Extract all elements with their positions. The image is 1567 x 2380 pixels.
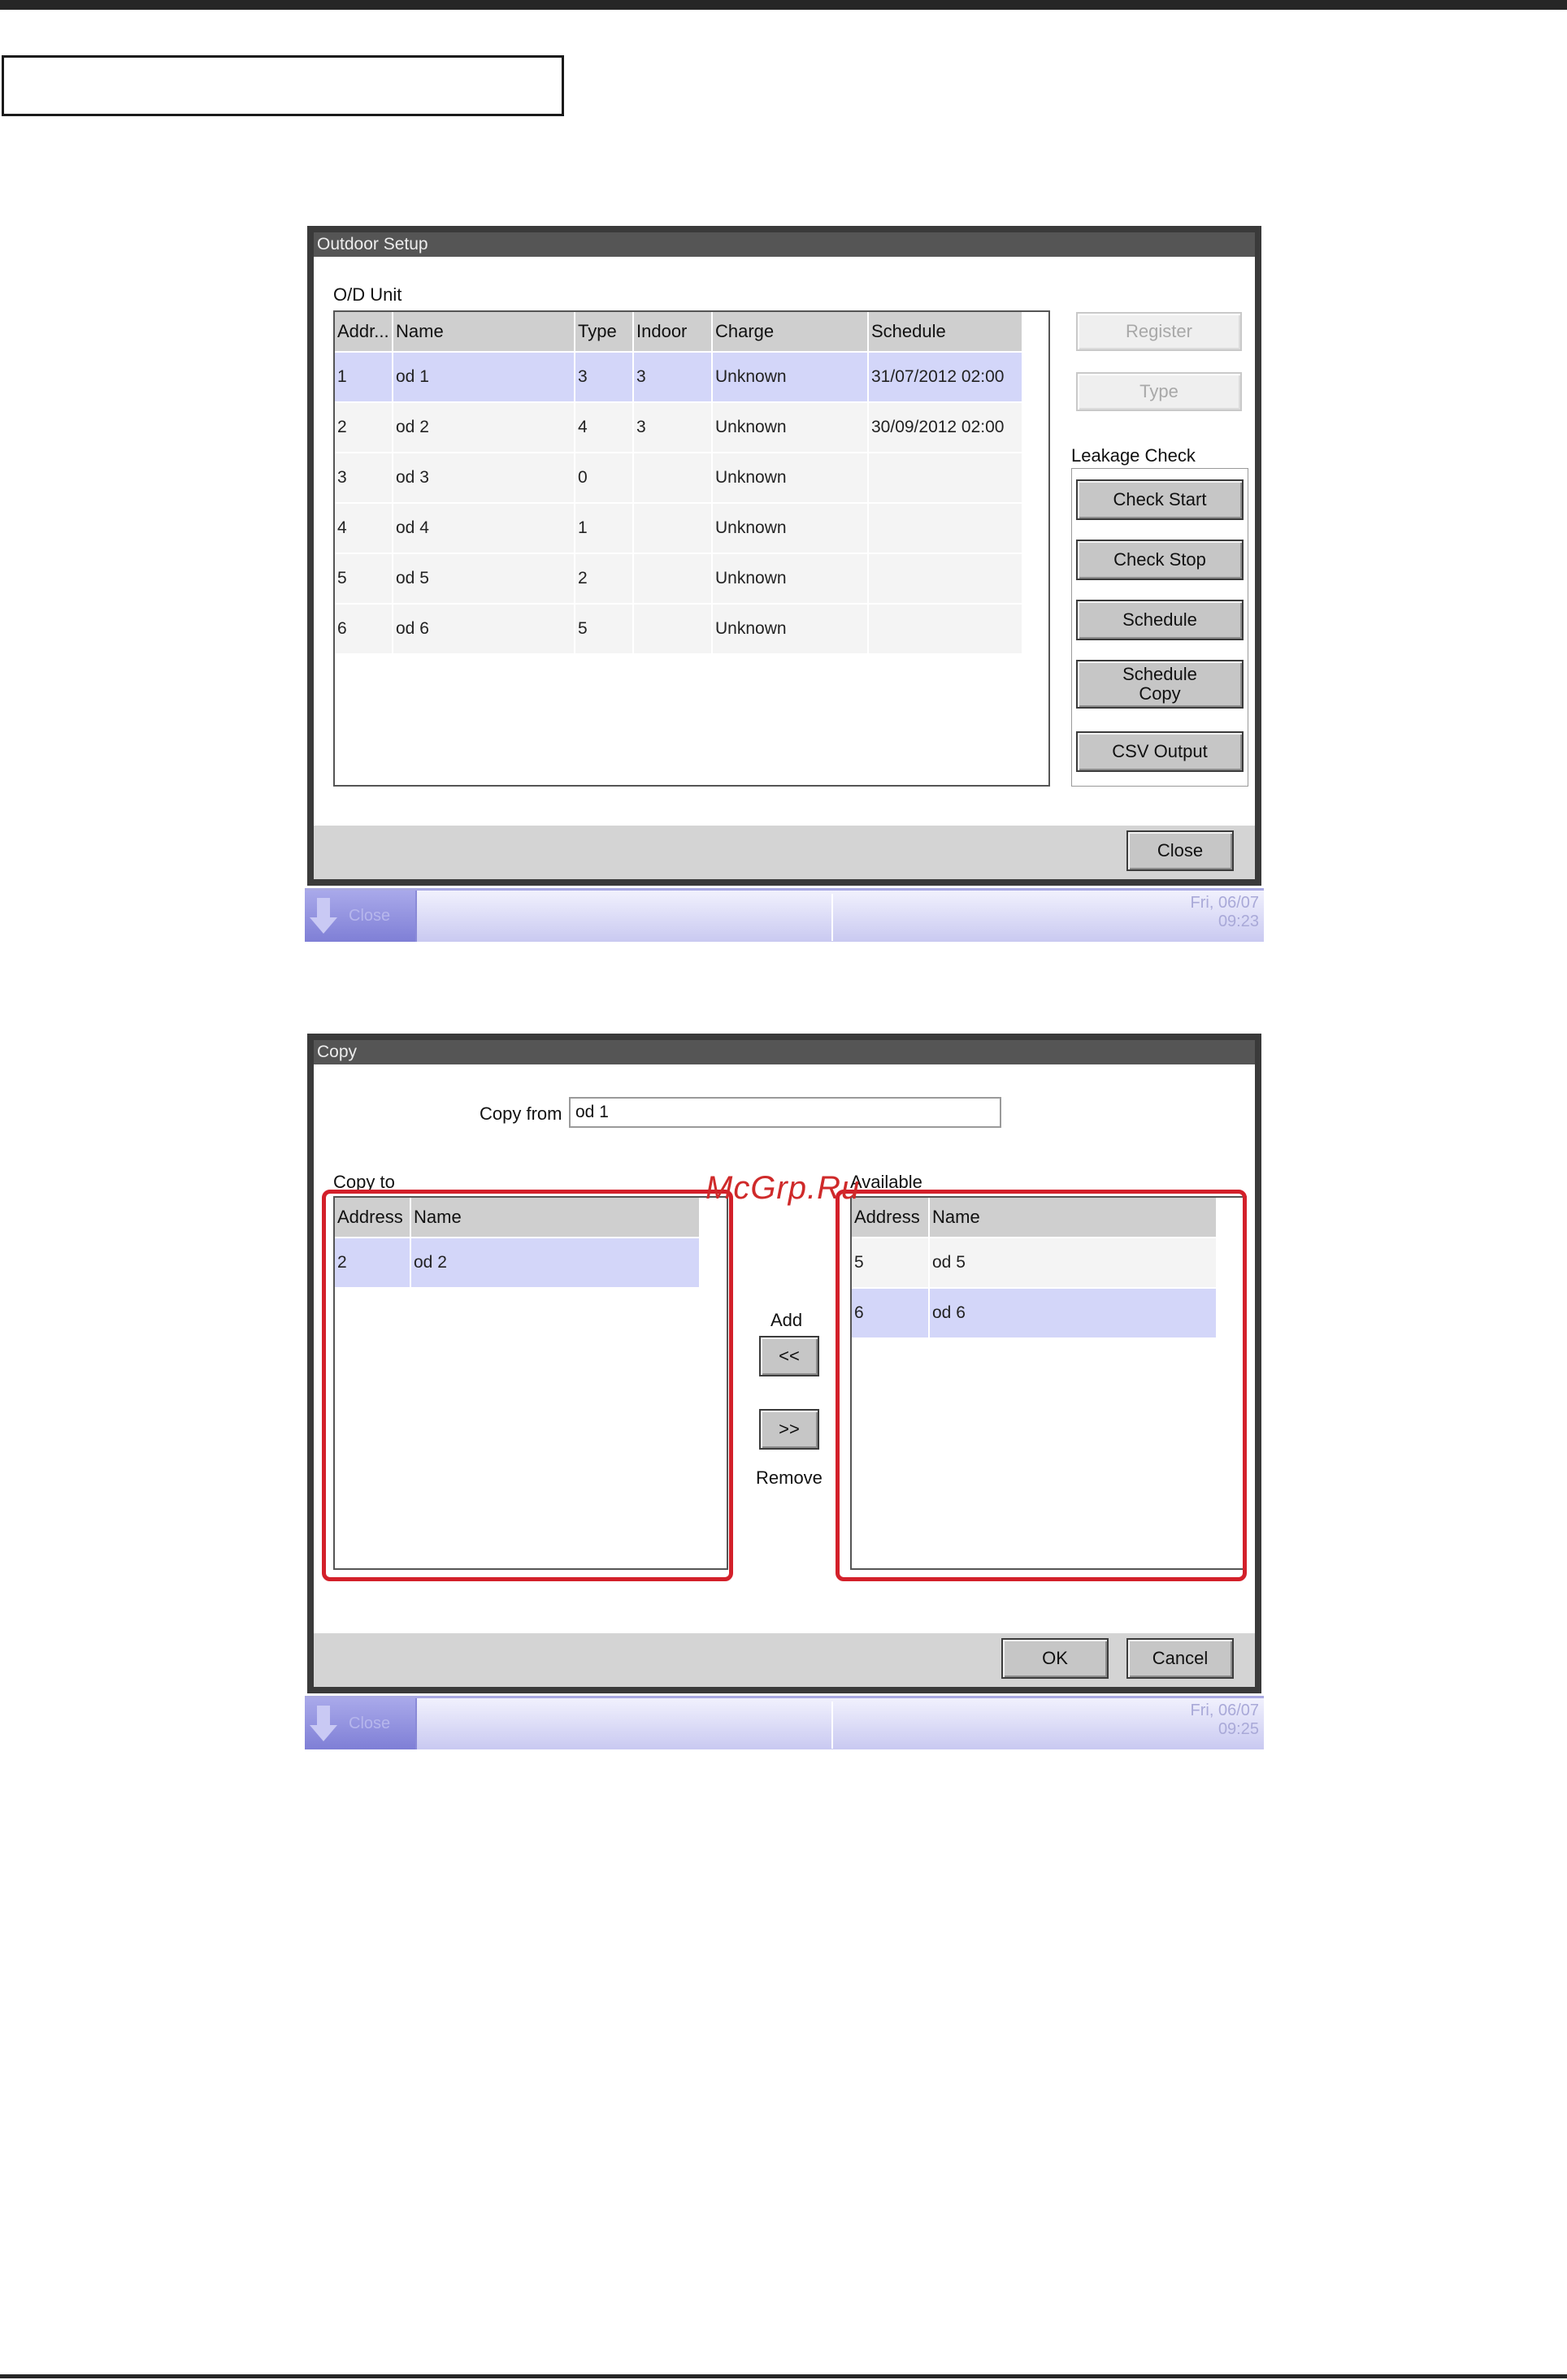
status-date: Fri, 06/07 [1190,894,1259,912]
cell-charge: Unknown [713,403,869,453]
statusbar-divider [831,1702,833,1749]
statusbar-button-label: Close [349,907,391,925]
cell-addr: 3 [335,453,393,504]
status-datetime: Fri, 06/07 09:23 [1191,894,1259,931]
remove-button[interactable]: >> [759,1409,819,1450]
cell-name: od 4 [393,504,575,554]
available-highlight [836,1190,1247,1581]
cell-name: od 3 [393,453,575,504]
od-unit-grid: Addr... Name Type Indoor Charge Schedule… [335,312,1023,655]
check-start-button[interactable]: Check Start [1076,479,1244,520]
ok-button[interactable]: OK [1001,1638,1109,1679]
cell-schedule: 30/09/2012 02:00 [869,403,1023,453]
cell-addr: 6 [335,605,393,655]
window-footer: OK Cancel [314,1633,1255,1687]
status-datetime: Fri, 06/07 09:25 [1191,1702,1259,1739]
cell-charge: Unknown [713,353,869,403]
copy-to-highlight [322,1190,733,1581]
close-button[interactable]: Close [1126,830,1234,871]
copy-from-label: Copy from [480,1103,562,1124]
cell-indoor [634,554,713,605]
cell-type: 2 [575,554,634,605]
schedule-copy-label: Schedule Copy [1122,664,1197,704]
check-stop-button[interactable]: Check Stop [1076,540,1244,580]
schedule-copy-button[interactable]: Schedule Copy [1076,660,1244,709]
table-row[interactable]: 1 od 1 3 3 Unknown 31/07/2012 02:00 [335,353,1023,403]
col-indoor-header[interactable]: Indoor [634,312,713,353]
cell-schedule [869,554,1023,605]
cell-indoor [634,453,713,504]
statusbar-close-button[interactable]: Close [305,1698,417,1749]
cell-charge: Unknown [713,504,869,554]
cancel-button[interactable]: Cancel [1126,1638,1234,1679]
add-label: Add [770,1310,803,1330]
copy-from-field[interactable]: od 1 [569,1097,1001,1128]
statusbar-close-button[interactable]: Close [305,891,417,942]
cell-charge: Unknown [713,554,869,605]
cell-name: od 2 [393,403,575,453]
status-bar: Close Fri, 06/07 09:25 [305,1696,1264,1749]
register-button[interactable]: Register [1076,312,1242,351]
cell-indoor: 3 [634,353,713,403]
cell-indoor: 3 [634,403,713,453]
table-row[interactable]: 5 od 5 2 Unknown [335,554,1023,605]
cell-indoor [634,504,713,554]
cell-type: 1 [575,504,634,554]
statusbar-button-label: Close [349,1715,391,1732]
cell-type: 0 [575,453,634,504]
down-arrow-icon [310,1705,337,1743]
cell-charge: Unknown [713,605,869,655]
status-date: Fri, 06/07 [1190,1702,1259,1719]
cell-name: od 1 [393,353,575,403]
col-address-header[interactable]: Addr... [335,312,393,353]
cell-addr: 5 [335,554,393,605]
schedule-button[interactable]: Schedule [1076,600,1244,640]
table-row[interactable]: 2 od 2 4 3 Unknown 30/09/2012 02:00 [335,403,1023,453]
cell-type: 4 [575,403,634,453]
remove-label: Remove [756,1467,823,1488]
bottom-rule [0,2374,1567,2378]
leakage-check-label: Leakage Check [1071,445,1196,466]
table-row[interactable]: 6 od 6 5 Unknown [335,605,1023,655]
cell-charge: Unknown [713,453,869,504]
cell-schedule [869,453,1023,504]
od-unit-label: O/D Unit [333,284,402,305]
window-title: Outdoor Setup [314,232,1255,257]
top-rule [0,0,1567,10]
add-button[interactable]: << [759,1336,819,1376]
col-schedule-header[interactable]: Schedule [869,312,1023,353]
col-name-header[interactable]: Name [393,312,575,353]
header-box [2,55,564,116]
status-time: 09:23 [1218,913,1259,930]
window-title: Copy [314,1040,1255,1064]
cell-name: od 6 [393,605,575,655]
down-arrow-icon [310,897,337,935]
od-unit-table[interactable]: Addr... Name Type Indoor Charge Schedule… [333,310,1050,787]
cell-name: od 5 [393,554,575,605]
cell-addr: 2 [335,403,393,453]
outdoor-setup-window: Outdoor Setup O/D Unit Addr... Name Type… [307,226,1261,886]
cell-addr: 1 [335,353,393,403]
col-charge-header[interactable]: Charge [713,312,869,353]
cell-addr: 4 [335,504,393,554]
type-button[interactable]: Type [1076,372,1242,411]
table-header-row: Addr... Name Type Indoor Charge Schedule [335,312,1023,353]
cell-indoor [634,605,713,655]
cell-schedule [869,504,1023,554]
cell-type: 5 [575,605,634,655]
col-type-header[interactable]: Type [575,312,634,353]
window-footer: Close [314,826,1255,879]
table-row[interactable]: 3 od 3 0 Unknown [335,453,1023,504]
watermark: McGrp.Ru [705,1170,861,1206]
table-scrollbar[interactable] [1026,312,1048,785]
cell-schedule: 31/07/2012 02:00 [869,353,1023,403]
csv-output-button[interactable]: CSV Output [1076,731,1244,772]
statusbar-divider [831,894,833,941]
table-row[interactable]: 4 od 4 1 Unknown [335,504,1023,554]
cell-type: 3 [575,353,634,403]
status-bar: Close Fri, 06/07 09:23 [305,888,1264,942]
cell-schedule [869,605,1023,655]
status-time: 09:25 [1218,1720,1259,1738]
